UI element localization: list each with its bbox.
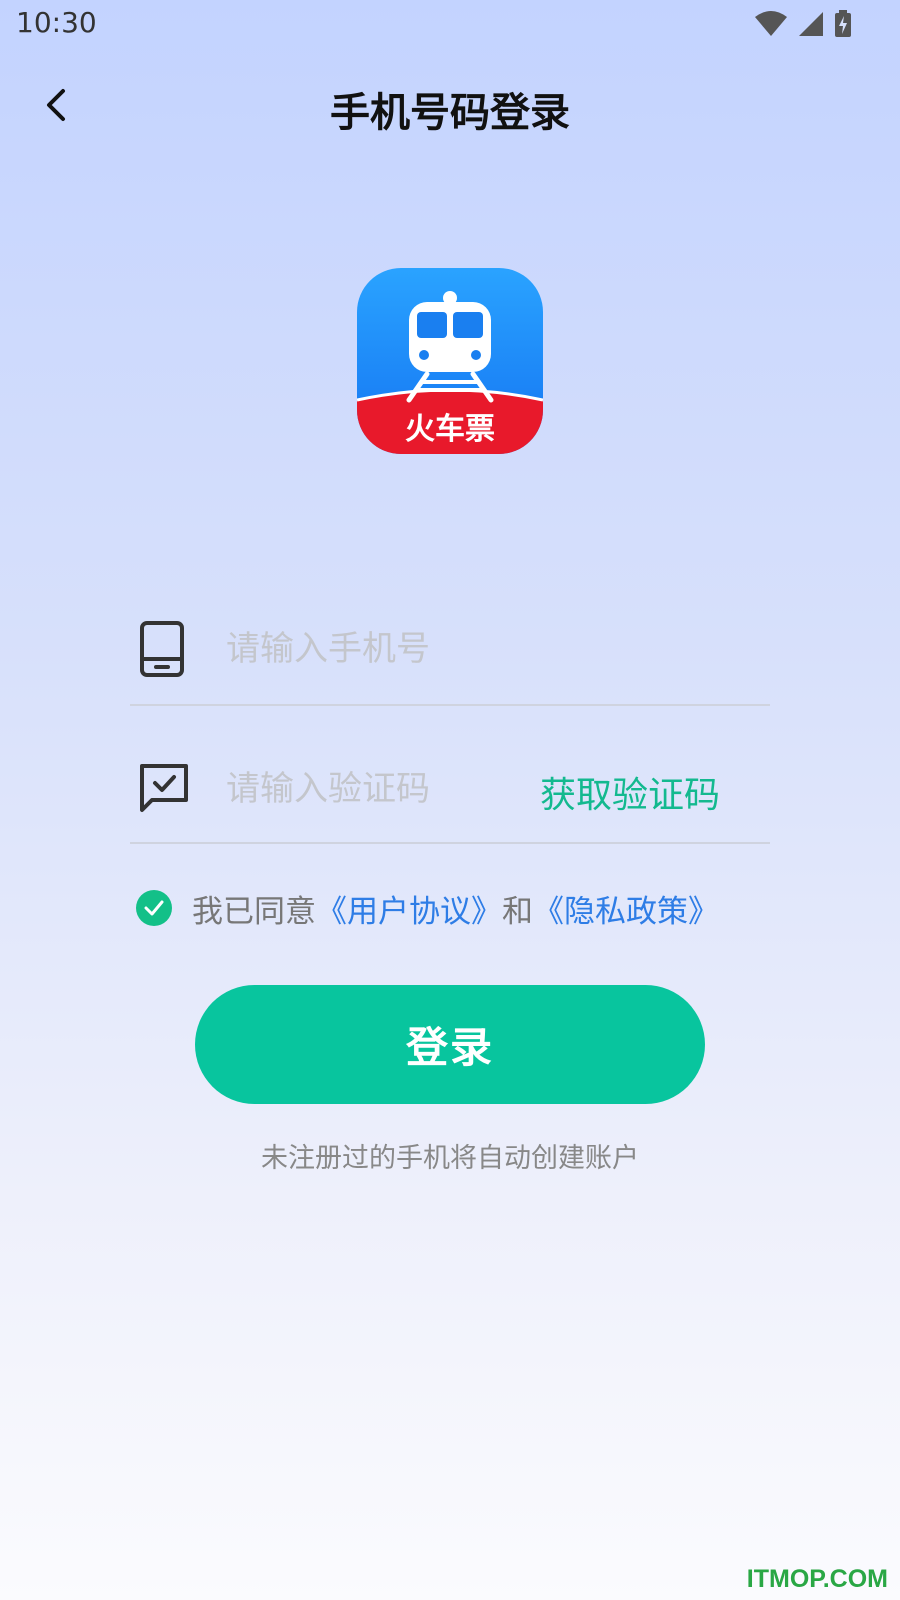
agreement-checkbox[interactable] bbox=[136, 890, 172, 926]
status-bar: 10:30 bbox=[0, 0, 900, 50]
code-input[interactable] bbox=[224, 758, 518, 820]
status-time: 10:30 bbox=[16, 6, 97, 39]
logo-label: 火车票 bbox=[405, 412, 495, 447]
watermark: ITMOP.COM bbox=[746, 1565, 888, 1593]
phone-icon bbox=[138, 620, 186, 682]
login-button[interactable]: 登录 bbox=[195, 985, 705, 1104]
get-code-button[interactable]: 获取验证码 bbox=[540, 766, 720, 818]
status-icons bbox=[754, 10, 852, 38]
agreement-row: 我已同意 《用户协议》 和 《隐私政策》 bbox=[136, 886, 719, 930]
auto-register-hint: 未注册过的手机将自动创建账户 bbox=[261, 1143, 639, 1174]
wifi-icon bbox=[755, 11, 787, 36]
page-title: 手机号码登录 bbox=[330, 90, 570, 136]
agreement-prefix: 我已同意 bbox=[192, 893, 316, 930]
app-logo: 火车票 bbox=[357, 268, 543, 454]
code-field: 获取验证码 bbox=[130, 740, 770, 844]
battery-charging-icon bbox=[835, 10, 851, 37]
user-agreement-link[interactable]: 《用户协议》 bbox=[316, 886, 502, 931]
phone-field bbox=[130, 600, 770, 706]
message-check-icon bbox=[138, 762, 190, 818]
agreement-conjunction: 和 bbox=[502, 893, 533, 930]
check-icon bbox=[144, 900, 164, 916]
header: 手机号码登录 bbox=[0, 70, 900, 140]
privacy-policy-link[interactable]: 《隐私政策》 bbox=[533, 886, 719, 931]
phone-input[interactable] bbox=[224, 618, 748, 680]
signal-icon bbox=[799, 12, 823, 36]
train-icon: 火车票 bbox=[357, 268, 543, 454]
